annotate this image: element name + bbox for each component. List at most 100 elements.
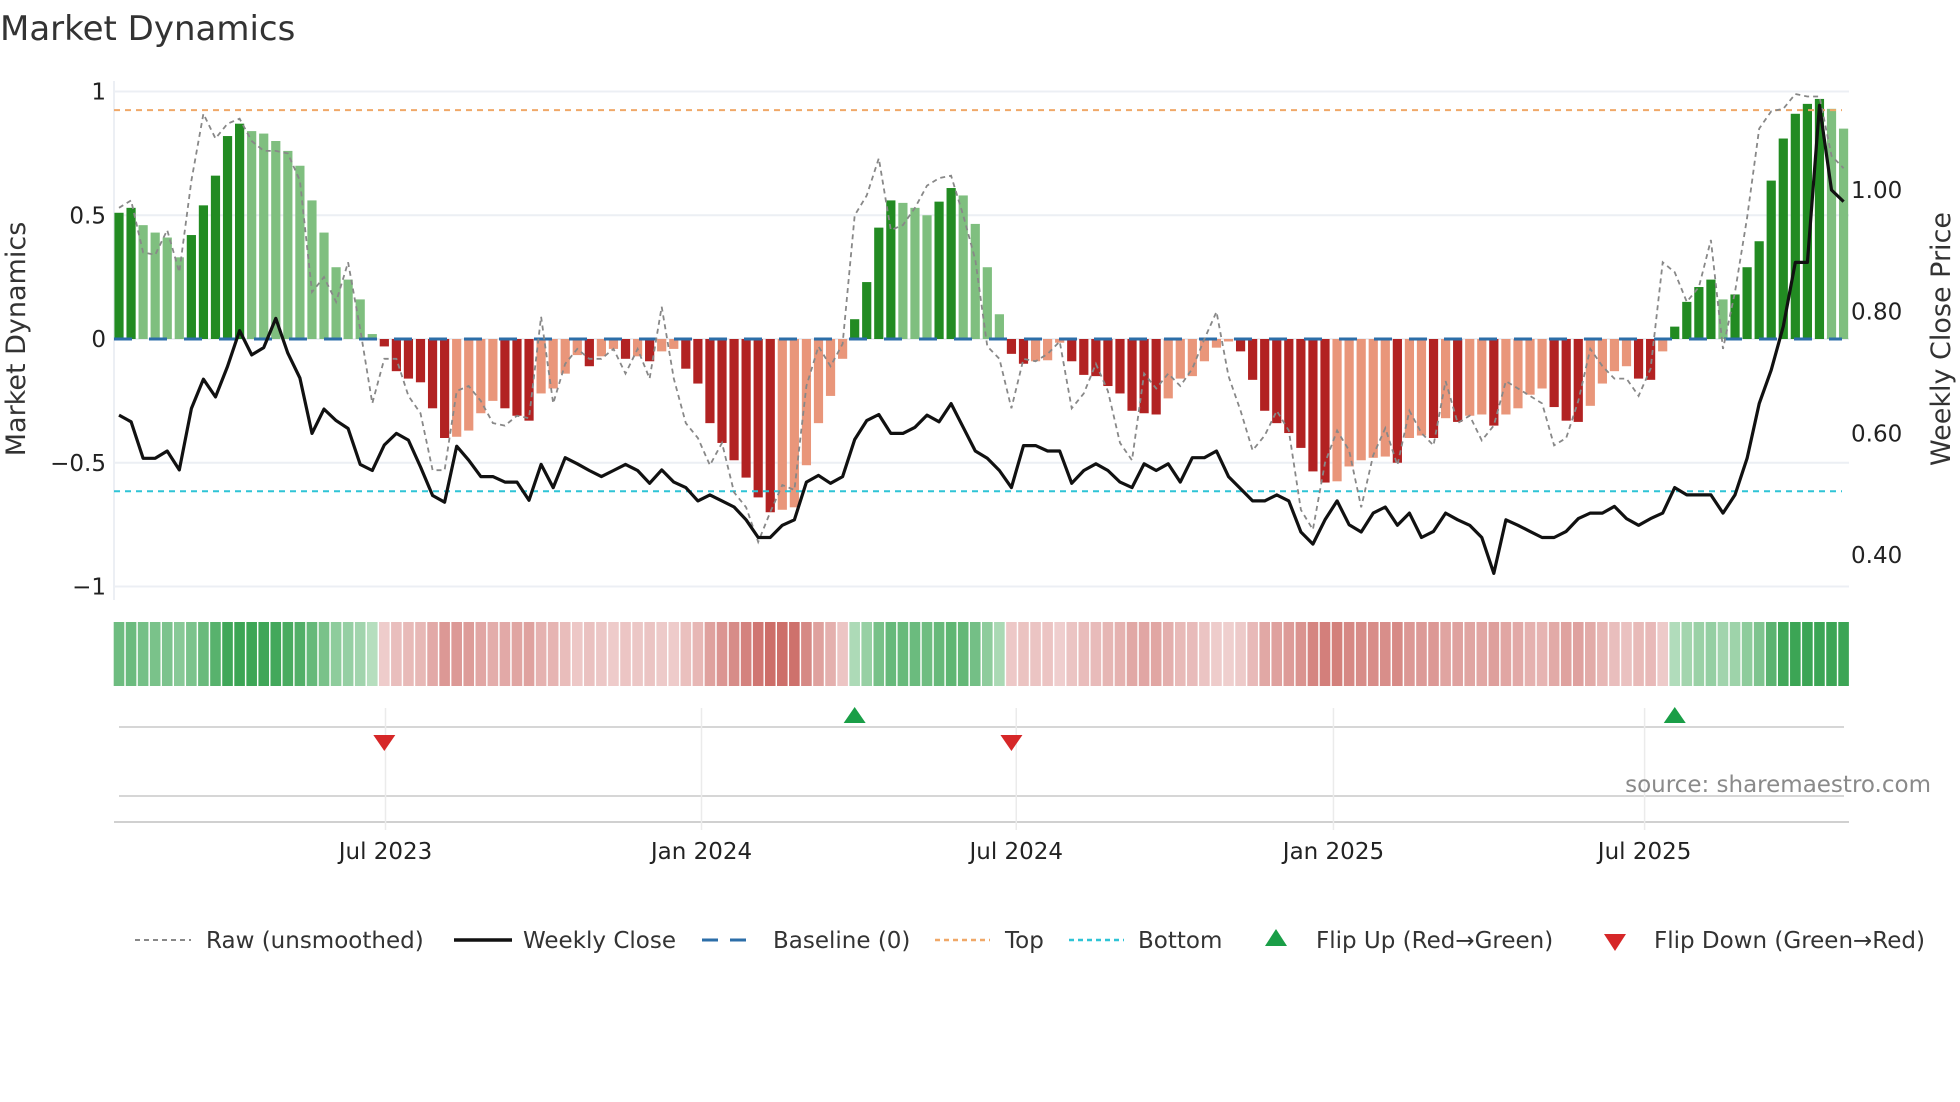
heatmap-cell xyxy=(1162,622,1174,686)
heatmap-cell xyxy=(1018,622,1029,686)
heatmap-cell xyxy=(692,622,704,686)
heatmap-cell xyxy=(1235,622,1246,686)
momentum-bar xyxy=(1658,339,1668,352)
heatmap-cell xyxy=(1802,622,1813,686)
heatmap-cell xyxy=(246,622,257,686)
momentum-bar xyxy=(1115,339,1125,394)
momentum-bar xyxy=(1199,339,1209,362)
momentum-bar xyxy=(1465,339,1475,416)
momentum-bar xyxy=(1416,339,1427,436)
heatmap-cell xyxy=(909,622,921,686)
heatmap-cell xyxy=(945,622,957,686)
momentum-bar xyxy=(235,123,245,339)
heatmap-cell xyxy=(523,622,535,686)
y-right-tick-label: 0.60 xyxy=(1851,421,1902,447)
legend-label: Flip Up (Red→Green) xyxy=(1316,928,1553,954)
heatmap-cell xyxy=(499,622,511,686)
heatmap-cell xyxy=(547,622,559,686)
legend-item-flip-down[interactable]: Flip Down (Green→Red) xyxy=(1604,928,1925,954)
momentum-bar xyxy=(705,339,715,424)
legend-item-weekly-close[interactable]: Weekly Close xyxy=(454,928,676,954)
momentum-bar xyxy=(1609,339,1620,372)
heatmap-cell xyxy=(1826,622,1837,686)
heatmap-cell xyxy=(752,622,764,686)
flip-down-marker xyxy=(373,735,396,751)
heatmap-cell xyxy=(1645,622,1656,686)
momentum-bar xyxy=(729,339,739,461)
right-axis-ticks: 1.00 0.80 0.60 0.40 xyxy=(1851,178,1902,569)
heatmap-cell xyxy=(1295,622,1307,686)
heatmap-cell xyxy=(1609,622,1620,686)
momentum-bar xyxy=(801,339,812,466)
x-tick-label: Jul 2023 xyxy=(337,839,433,865)
heatmap-cell xyxy=(306,622,318,686)
momentum-bar xyxy=(946,188,956,339)
heatmap-cell xyxy=(1838,622,1849,686)
heatmap-cell xyxy=(1488,622,1500,686)
heatmap-cell xyxy=(1054,622,1065,686)
legend-label: Top xyxy=(1004,928,1044,954)
heatmap-cell xyxy=(1078,622,1090,686)
momentum-bar xyxy=(1682,301,1692,339)
momentum-bar xyxy=(464,339,474,431)
heatmap-cell xyxy=(1223,622,1234,686)
series-lines xyxy=(118,93,1845,576)
heatmap-cell xyxy=(463,622,475,686)
momentum-bar xyxy=(1380,339,1390,457)
y-right-tick-label: 0.40 xyxy=(1851,543,1902,569)
heatmap-cell xyxy=(1416,622,1427,686)
heatmap-cell xyxy=(186,622,197,686)
momentum-bar xyxy=(1006,339,1017,354)
heatmap-cell xyxy=(1464,622,1476,686)
momentum-bar xyxy=(982,267,992,339)
momentum-bar xyxy=(1597,339,1607,384)
heatmap-cell xyxy=(1500,622,1512,686)
heatmap-cell xyxy=(1669,622,1681,686)
heatmap-cell xyxy=(1476,622,1488,686)
heatmap-cell xyxy=(391,622,402,686)
momentum-bar xyxy=(1428,339,1439,438)
heatmap-cell xyxy=(535,622,547,686)
heatmap-cell xyxy=(1392,622,1403,686)
legend-item-baseline[interactable]: Baseline (0) xyxy=(702,928,910,954)
legend-label: Weekly Close xyxy=(523,928,676,954)
legend-item-top[interactable]: Top xyxy=(935,928,1044,954)
heatmap-cell xyxy=(764,622,776,686)
legend-item-bottom[interactable]: Bottom xyxy=(1069,928,1222,954)
heatmap-cell xyxy=(789,622,800,686)
heatmap-cell xyxy=(1512,622,1524,686)
legend-label: Flip Down (Green→Red) xyxy=(1654,928,1925,954)
legend-item-flip-up[interactable]: Flip Up (Red→Green) xyxy=(1265,928,1553,954)
momentum-bar xyxy=(1537,339,1547,389)
heatmap-cell xyxy=(1536,622,1548,686)
x-tick-label: Jul 2025 xyxy=(1596,839,1692,865)
heatmap-cell xyxy=(258,622,270,686)
heatmap-cell xyxy=(957,622,969,686)
momentum-bar xyxy=(1633,339,1644,379)
heatmap-cell xyxy=(1380,622,1391,686)
momentum-bar xyxy=(1079,339,1089,375)
legend-label: Bottom xyxy=(1138,928,1222,954)
momentum-bar xyxy=(403,339,414,379)
heatmap-cell xyxy=(487,622,499,686)
heatmap-cell xyxy=(451,622,462,686)
momentum-bar xyxy=(1501,339,1511,415)
momentum-bar xyxy=(343,279,353,339)
momentum-bar xyxy=(1513,339,1523,409)
heatmap-cell xyxy=(1114,622,1126,686)
heatmap-cell xyxy=(1729,622,1741,686)
momentum-bar xyxy=(765,339,775,513)
heatmap-cell xyxy=(1367,622,1379,686)
heatmap-cell xyxy=(1271,622,1283,686)
raw-unsmoothed-line xyxy=(118,93,1845,545)
momentum-bar xyxy=(560,339,570,374)
momentum-bar xyxy=(862,282,872,339)
momentum-bar xyxy=(1766,180,1776,339)
triangle-up-icon xyxy=(1265,929,1287,946)
heatmap-cell xyxy=(1657,622,1668,686)
heatmap-cell xyxy=(511,622,523,686)
heatmap-cell xyxy=(1199,622,1210,686)
legend-item-raw[interactable]: Raw (unsmoothed) xyxy=(135,928,424,954)
y-right-tick-label: 0.80 xyxy=(1851,300,1902,326)
legend-label: Baseline (0) xyxy=(773,928,910,954)
